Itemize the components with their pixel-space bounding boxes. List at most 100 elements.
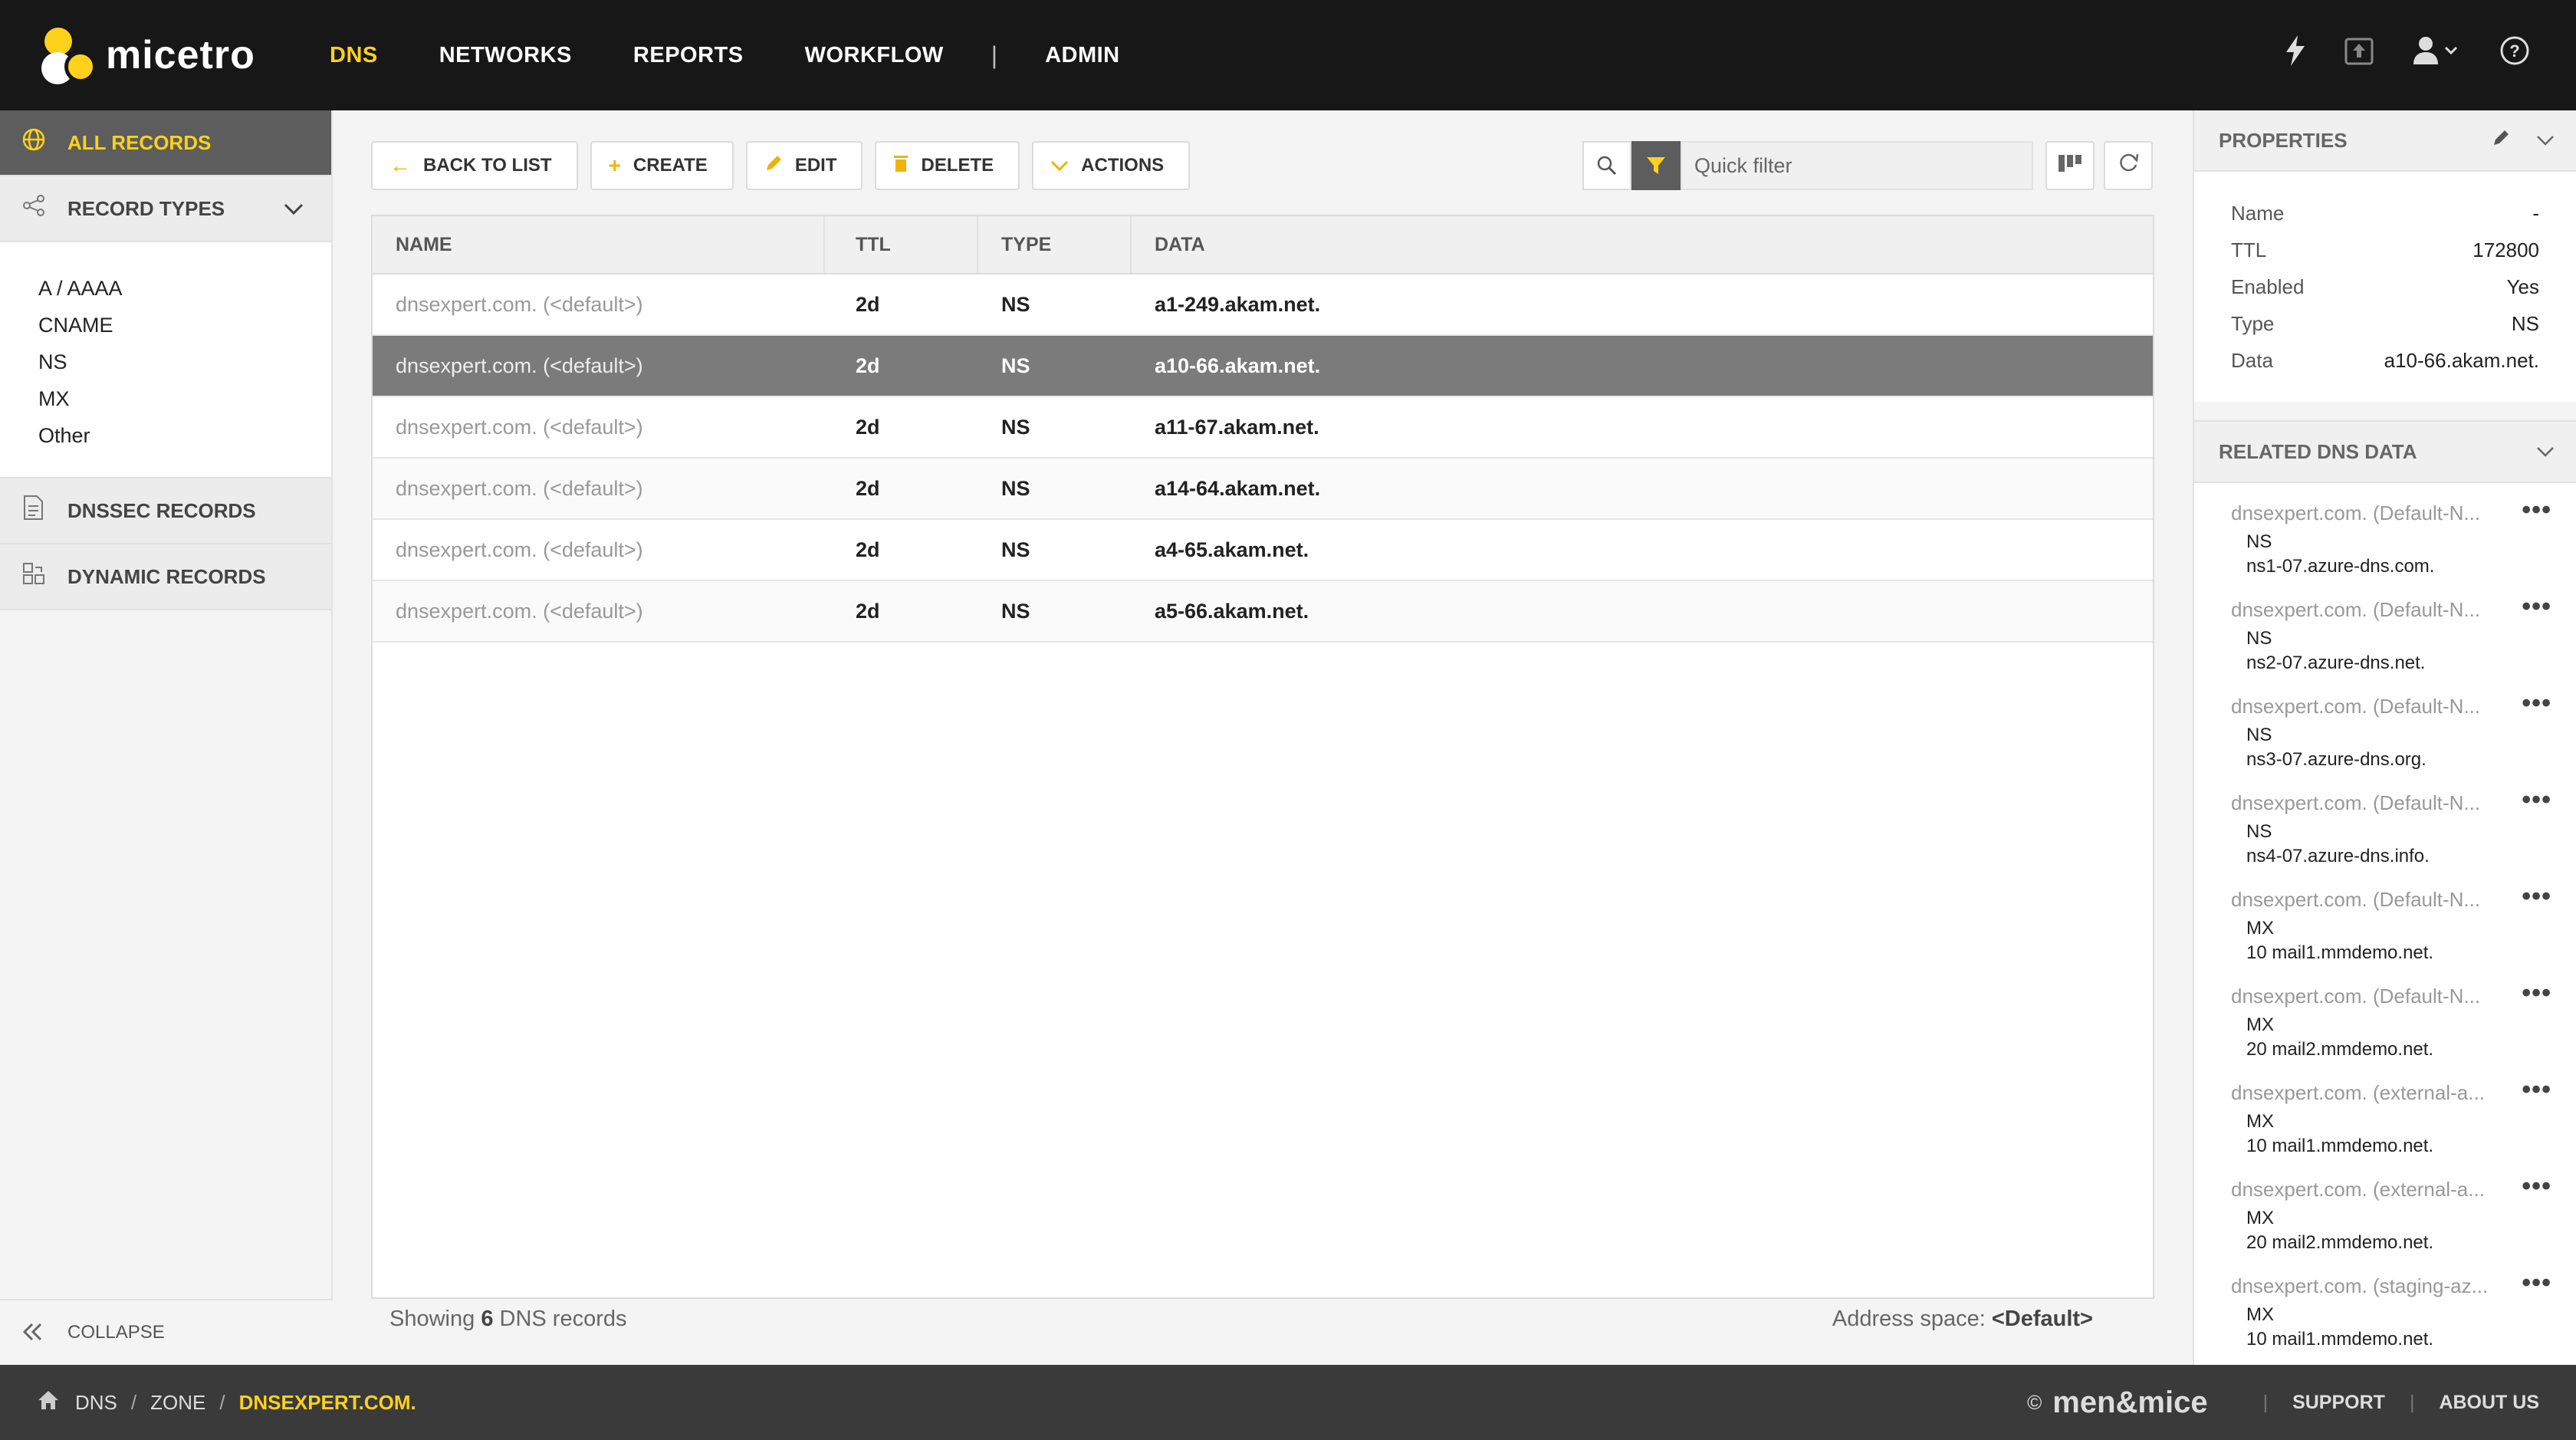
record-type-a-aaaa[interactable]: A / AAAA	[38, 270, 331, 307]
back-to-list-button[interactable]: ← BACK TO LIST	[371, 141, 578, 190]
table-header: NAME TTL TYPE DATA	[373, 216, 2153, 275]
related-dns-list: dnsexpert.com. (Default-N... NS ns1-07.a…	[2194, 483, 2576, 1365]
more-options-icon[interactable]: •••	[2522, 689, 2551, 718]
cell-ttl: 2d	[856, 538, 880, 561]
related-name: dnsexpert.com. (Default-N...	[2231, 888, 2481, 911]
actions-button[interactable]: ACTIONS	[1032, 141, 1191, 190]
delete-button[interactable]: DELETE	[875, 141, 1020, 190]
breadcrumb-zone[interactable]: ZONE	[150, 1391, 205, 1415]
column-type[interactable]: TYPE	[978, 216, 1132, 273]
status-count: 6	[481, 1307, 494, 1331]
home-icon[interactable]	[37, 1389, 60, 1417]
nav-dns[interactable]: DNS	[330, 43, 378, 68]
more-options-icon[interactable]: •••	[2522, 785, 2551, 815]
more-options-icon[interactable]: •••	[2522, 978, 2551, 1008]
columns-button[interactable]	[2045, 141, 2095, 190]
sidebar-item-label: DNSSEC RECORDS	[67, 498, 256, 522]
list-item[interactable]: dnsexpert.com. (Default-N... MX 20 mail2…	[2231, 978, 2555, 1080]
copyright-symbol: ©	[2027, 1390, 2042, 1414]
list-item[interactable]: dnsexpert.com. (Default-N... NS ns4-07.a…	[2231, 785, 2555, 886]
footer-separator: |	[2262, 1391, 2269, 1413]
related-type: NS	[2246, 725, 2272, 745]
status-suffix: DNS records	[499, 1307, 627, 1331]
sidebar-item-record-types[interactable]: RECORD TYPES	[0, 176, 331, 242]
sidebar-item-dnssec-records[interactable]: DNSSEC RECORDS	[0, 478, 331, 544]
column-name[interactable]: NAME	[373, 216, 825, 273]
menandmice-logo[interactable]: men&mice	[2052, 1386, 2207, 1420]
dynamic-icon	[21, 561, 49, 592]
list-item[interactable]: dnsexpert.com. (external-a... MX 20 mail…	[2231, 1172, 2555, 1273]
refresh-button[interactable]	[2104, 141, 2153, 190]
chevron-down-icon[interactable]	[2536, 128, 2555, 152]
record-type-mx[interactable]: MX	[38, 380, 331, 417]
property-name: Name -	[2231, 195, 2539, 232]
list-item[interactable]: dnsexpert.com. (external-a... MX 10 mail…	[2231, 1075, 2555, 1176]
address-space-value: <Default>	[1991, 1307, 2093, 1331]
more-options-icon[interactable]: •••	[2522, 1172, 2551, 1202]
related-type: MX	[2246, 1111, 2274, 1132]
cell-ttl: 2d	[856, 292, 880, 316]
related-data: 20 mail2.mmdemo.net.	[2246, 1232, 2434, 1253]
properties-list: Name - TTL 172800 Enabled Yes Type NS Da…	[2194, 172, 2576, 402]
bolt-icon[interactable]	[2285, 35, 2306, 74]
search-icon[interactable]	[1582, 141, 1631, 190]
support-link[interactable]: SUPPORT	[2292, 1392, 2385, 1414]
user-menu-icon[interactable]	[2412, 35, 2461, 74]
table-row[interactable]: dnsexpert.com. (<default>) 2d NS a11-67.…	[373, 397, 2153, 459]
nav-admin[interactable]: ADMIN	[1045, 43, 1120, 68]
related-type: NS	[2246, 628, 2272, 649]
nav-reports[interactable]: REPORTS	[633, 43, 744, 68]
table-row-selected[interactable]: dnsexpert.com. (<default>) 2d NS a10-66.…	[373, 336, 2153, 397]
record-count-status: Showing 6 DNS records	[389, 1307, 627, 1332]
record-type-other[interactable]: Other	[38, 417, 331, 454]
filter-icon[interactable]	[1631, 141, 1681, 190]
help-icon[interactable]: ?	[2499, 35, 2530, 74]
more-options-icon[interactable]: •••	[2522, 495, 2551, 525]
more-options-icon[interactable]: •••	[2522, 1268, 2551, 1298]
quick-filter-input[interactable]	[1681, 141, 2033, 190]
record-type-cname[interactable]: CNAME	[38, 307, 331, 344]
cell-name: dnsexpert.com. (<default>)	[396, 538, 643, 561]
table-row[interactable]: dnsexpert.com. (<default>) 2d NS a5-66.a…	[373, 581, 2153, 643]
property-key: Enabled	[2231, 275, 2305, 298]
sidebar-item-all-records[interactable]: ALL RECORDS	[0, 110, 331, 176]
chevron-down-icon[interactable]	[2536, 439, 2555, 463]
table-row[interactable]: dnsexpert.com. (<default>) 2d NS a14-64.…	[373, 459, 2153, 520]
micetro-logo[interactable]: micetro	[40, 26, 270, 84]
list-item[interactable]: dnsexpert.com. (Default-N... NS ns2-07.a…	[2231, 592, 2555, 693]
column-data[interactable]: DATA	[1132, 216, 2153, 273]
double-chevron-left-icon	[21, 1318, 43, 1348]
properties-header[interactable]: PROPERTIES	[2194, 110, 2576, 172]
column-ttl[interactable]: TTL	[825, 216, 978, 273]
nav-networks[interactable]: NETWORKS	[439, 43, 572, 68]
more-options-icon[interactable]: •••	[2522, 1075, 2551, 1105]
edit-button[interactable]: EDIT	[745, 141, 863, 190]
related-type: MX	[2246, 1208, 2274, 1228]
svg-text:?: ?	[2509, 41, 2519, 61]
collapse-label: COLLAPSE	[67, 1322, 165, 1343]
list-item[interactable]: dnsexpert.com. (Default-N... NS ns1-07.a…	[2231, 495, 2555, 597]
table-row[interactable]: dnsexpert.com. (<default>) 2d NS a1-249.…	[373, 275, 2153, 336]
related-dns-header[interactable]: RELATED DNS DATA	[2194, 422, 2576, 483]
chevron-down-icon	[284, 196, 304, 221]
breadcrumb-dns[interactable]: DNS	[75, 1391, 117, 1415]
breadcrumb-current: DNSEXPERT.COM.	[238, 1390, 416, 1414]
export-icon[interactable]	[2344, 36, 2374, 73]
list-item[interactable]: dnsexpert.com. (Default-N... NS ns3-07.a…	[2231, 689, 2555, 790]
create-button[interactable]: + CREATE	[590, 141, 734, 190]
collapse-button[interactable]: COLLAPSE	[0, 1299, 333, 1365]
table-row[interactable]: dnsexpert.com. (<default>) 2d NS a4-65.a…	[373, 520, 2153, 581]
status-prefix: Showing	[389, 1307, 475, 1331]
about-us-link[interactable]: ABOUT US	[2439, 1392, 2539, 1414]
list-item[interactable]: dnsexpert.com. (staging-az... MX 10 mail…	[2231, 1268, 2555, 1365]
more-options-icon[interactable]: •••	[2522, 882, 2551, 912]
top-bar: micetro DNS NETWORKS REPORTS WORKFLOW | …	[0, 0, 2576, 110]
pencil-icon[interactable]	[2492, 128, 2516, 152]
list-item[interactable]: dnsexpert.com. (Default-N... MX 10 mail1…	[2231, 882, 2555, 983]
nav-workflow[interactable]: WORKFLOW	[805, 43, 944, 68]
sidebar-item-dynamic-records[interactable]: DYNAMIC RECORDS	[0, 544, 331, 610]
record-type-ns[interactable]: NS	[38, 344, 331, 380]
cell-ttl: 2d	[856, 599, 880, 623]
more-options-icon[interactable]: •••	[2522, 592, 2551, 622]
related-name: dnsexpert.com. (Default-N...	[2231, 501, 2481, 524]
